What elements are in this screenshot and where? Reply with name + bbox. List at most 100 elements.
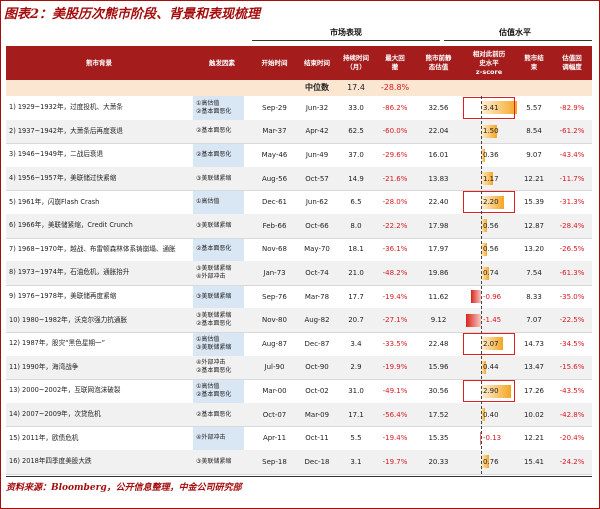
source-note: 资料来源：Bloomberg，公开信息整理，中金公司研究部	[6, 483, 242, 493]
valuation-change-cell: -24.2%	[559, 457, 585, 466]
max-drawdown-cell: -86.2%	[382, 103, 408, 112]
valuation-change-cell: -82.9%	[559, 103, 585, 112]
trigger-factor: ③美联储紧缩	[196, 312, 232, 320]
pe-before-cell: 22.04	[428, 127, 449, 136]
trigger-factor: ④外部冲击	[196, 272, 226, 280]
median-max-drawdown: -28.8%	[380, 83, 410, 92]
pe-before-cell: 16.01	[428, 150, 449, 159]
zscore-value: 0.74	[483, 268, 499, 277]
trigger-factors: ③美联储紧缩 ④外部冲击	[196, 261, 231, 285]
max-drawdown-cell: -60.0%	[382, 127, 408, 136]
duration-cell: 8.0	[350, 221, 362, 230]
end-date-cell: Jun-32	[305, 103, 329, 112]
pe-end-cell: 8.54	[526, 127, 542, 136]
duration-cell: 2.9	[350, 363, 362, 372]
valuation-change-cell: -61.2%	[559, 127, 585, 136]
duration-cell: 37.0	[348, 150, 364, 159]
start-date-cell: Aug-56	[261, 174, 288, 183]
zscore-value: 0.56	[483, 245, 499, 254]
bear-market-name: 5) 1961年，闪崩Flash Crash	[9, 197, 100, 206]
pe-end-cell: 12.21	[523, 434, 545, 443]
zscore-highlight-box	[463, 97, 515, 119]
start-date-cell: May-46	[261, 150, 288, 159]
start-date-cell: Mar-37	[262, 127, 287, 136]
trigger-factors: ②基本面恶化	[196, 143, 231, 167]
bear-market-name: 13) 2000~2002年，互联网泡沫破裂	[9, 386, 121, 395]
duration-cell: 17.7	[348, 292, 364, 301]
end-date-cell: Oct-90	[305, 363, 329, 372]
trigger-factors: ①高估值	[196, 190, 219, 214]
start-date-cell: Jul-90	[264, 363, 285, 372]
bear-market-name: 1) 1929~1932年，过度投机、大萧条	[9, 103, 123, 112]
header-zscore: 相对此前历史水平 z-score	[462, 46, 516, 80]
end-date-cell: Jun-49	[305, 150, 329, 159]
trigger-factor: ③美联储紧缩	[196, 221, 232, 229]
trigger-factors: ③美联储紧缩 ②基本面恶化	[196, 308, 231, 332]
header-zscore-line1: 相对此前历史水平	[472, 49, 506, 67]
trigger-factors: ③美联储紧缩	[196, 450, 231, 474]
zscore-value: 0.56	[483, 221, 499, 230]
pe-before-cell: 15.96	[428, 363, 449, 372]
valuation-change-cell: -42.8%	[559, 410, 585, 419]
end-date-cell: Oct-74	[305, 268, 329, 277]
end-date-cell: Dec-18	[304, 457, 330, 466]
row-divider	[6, 473, 592, 475]
max-drawdown-cell: -19.4%	[382, 434, 408, 443]
header-valuation-change: 估值回调幅度	[562, 54, 582, 71]
max-drawdown-cell: -48.2%	[382, 268, 408, 277]
group-header-market: 市场表现	[330, 28, 362, 37]
max-drawdown-cell: -22.2%	[382, 221, 408, 230]
pe-before-cell: 11.62	[428, 292, 449, 301]
valuation-change-cell: -34.5%	[559, 339, 585, 348]
header-pe-before: 熊市前静态估值	[425, 54, 452, 71]
trigger-factor: ③美联储紧缩	[196, 343, 232, 351]
zscore-highlight-box	[463, 191, 515, 213]
valuation-change-cell: -61.3%	[559, 268, 585, 277]
trigger-factor: ②基本面恶化	[196, 127, 232, 135]
pe-before-cell: 9.12	[430, 316, 447, 325]
end-date-cell: Mar-78	[304, 292, 330, 301]
start-date-cell: Jan-73	[263, 268, 286, 277]
duration-cell: 21.0	[348, 268, 364, 277]
trigger-factor: ③美联储紧缩	[196, 264, 232, 272]
start-date-cell: Nov-80	[262, 316, 287, 325]
trigger-factors: ③美联储紧缩	[196, 285, 231, 309]
pe-end-cell: 12.21	[523, 174, 545, 183]
bear-market-name: 15) 2011年，欧债危机	[9, 433, 79, 442]
header-max-drawdown: 最大回撤	[385, 54, 405, 71]
start-date-cell: Mar-00	[262, 386, 287, 395]
pe-end-cell: 17.26	[523, 386, 545, 395]
trigger-factors: ②基本面恶化	[196, 403, 231, 427]
trigger-factor: ①高估值	[196, 335, 220, 343]
zscore-value: 0.36	[483, 150, 499, 159]
trigger-factor: ③美联储紧缩	[196, 457, 232, 465]
pe-before-cell: 19.86	[428, 268, 449, 277]
valuation-change-cell: -43.4%	[559, 150, 585, 159]
max-drawdown-cell: -19.7%	[382, 457, 408, 466]
max-drawdown-cell: -33.5%	[382, 339, 408, 348]
start-date-cell: Apr-11	[262, 434, 287, 443]
start-date-cell: Sep-76	[262, 292, 287, 301]
group-header-valuation: 估值水平	[499, 28, 531, 37]
bear-market-name: 16) 2018年四季度美股大跌	[9, 457, 92, 466]
end-date-cell: May-70	[304, 245, 330, 254]
max-drawdown-cell: -27.1%	[382, 316, 408, 325]
end-date-cell: Oct-02	[305, 386, 329, 395]
pe-before-cell: 20.33	[428, 457, 449, 466]
trigger-factors: ③美联储紧缩	[196, 167, 231, 191]
header-zscore-line2: z-score	[475, 67, 503, 76]
trigger-factors: ①高估值 ③美联储紧缩	[196, 332, 231, 356]
start-date-cell: Nov-68	[262, 245, 287, 254]
bear-market-name: 11) 1990年，海湾战争	[9, 362, 79, 371]
pe-end-cell: 15.39	[523, 198, 545, 207]
duration-cell: 17.1	[348, 410, 364, 419]
bear-market-name: 2) 1937~1942年，大萧条后再度衰退	[9, 126, 123, 135]
pe-before-cell: 22.48	[428, 339, 449, 348]
header-duration: 持续时间（月）	[343, 54, 369, 71]
bear-market-name: 6) 1966年，美联储紧缩，Credit Crunch	[9, 221, 133, 230]
duration-cell: 3.4	[350, 339, 362, 348]
pe-before-cell: 13.83	[428, 174, 449, 183]
duration-cell: 20.7	[348, 316, 364, 325]
median-label: 中位数	[305, 83, 329, 92]
zscore-value: 1.17	[483, 174, 499, 183]
